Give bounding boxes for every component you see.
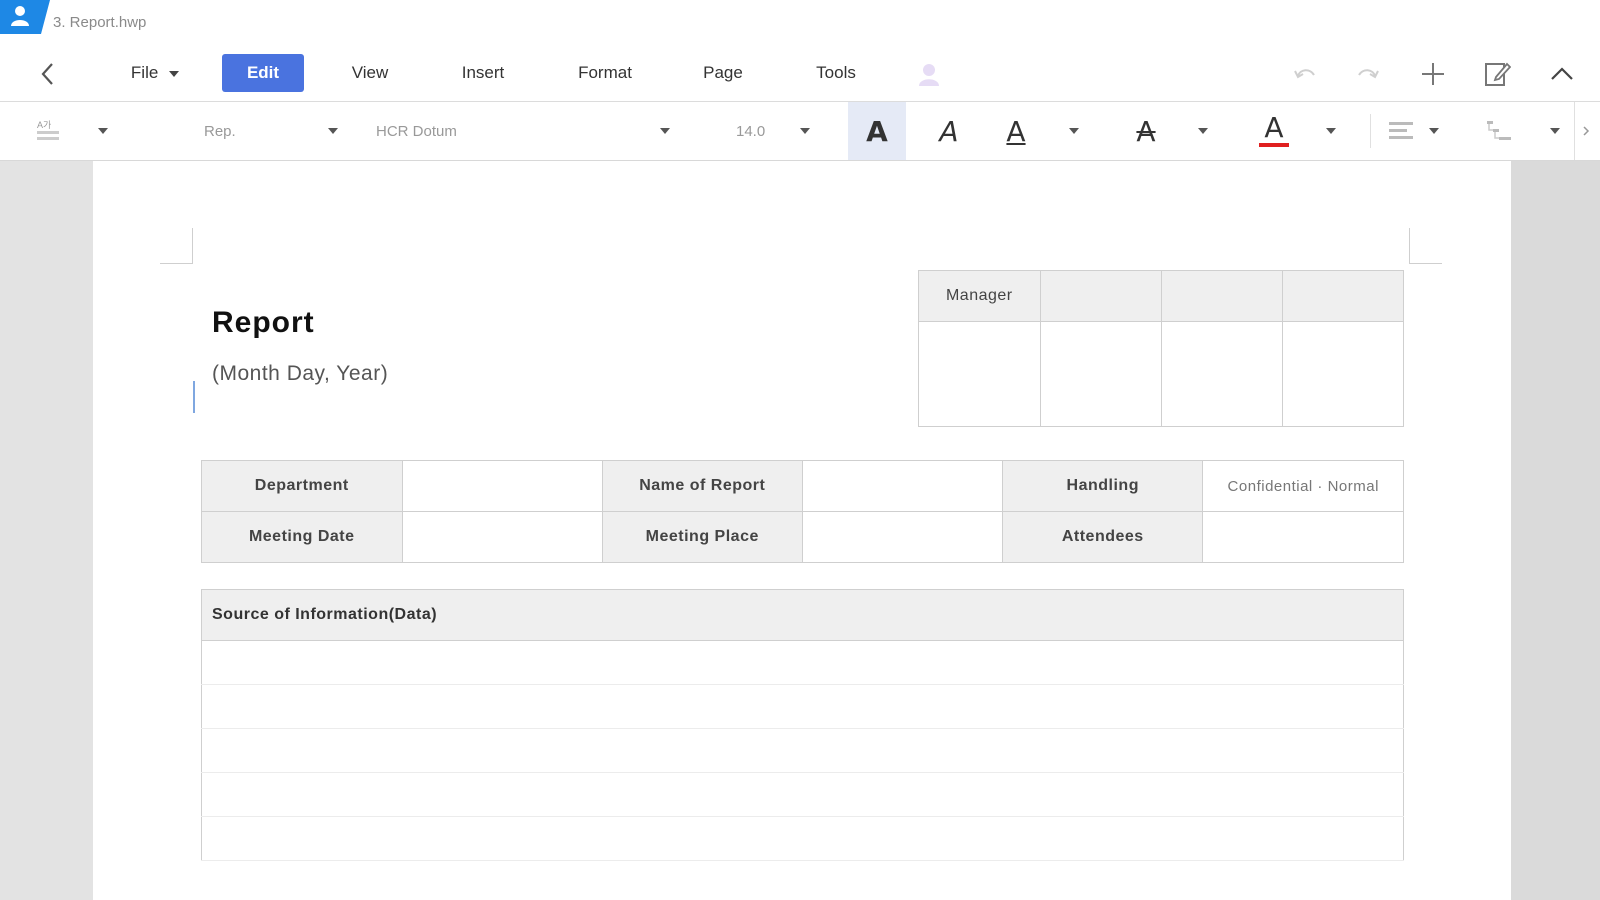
user-avatar-icon[interactable] [914,59,944,89]
chevron-down-icon [1550,128,1560,134]
svg-text:A가: A가 [37,120,51,130]
approval-sign-cell[interactable] [1160,321,1283,427]
workspace-gutter [1511,161,1600,900]
meeting-date-value[interactable] [401,511,603,563]
crop-mark [160,263,193,264]
undo-icon[interactable] [1290,59,1320,89]
source-line[interactable] [201,816,1404,861]
line-spacing-dropdown[interactable] [1424,102,1444,160]
menu-bar: File Edit View Insert Format Page Tools [0,47,1600,102]
underline-dropdown[interactable] [1063,102,1085,160]
strikethrough-icon: A [1136,114,1156,148]
report-name-value[interactable] [801,460,1004,512]
menu-edit[interactable]: Edit [222,54,304,92]
source-line[interactable] [201,684,1404,729]
meeting-place-label: Meeting Place [601,511,803,563]
report-name-label: Name of Report [601,460,803,512]
toolbar-more-icon[interactable] [1574,102,1597,160]
font-family-value: HCR Dotum [376,122,457,140]
format-toolbar: A가 Rep. HCR Dotum 14.0 A A A A A [0,102,1600,161]
text-cursor [193,381,195,413]
crop-mark [192,228,193,264]
attendees-value[interactable] [1202,511,1404,563]
style-gallery-icon[interactable]: A가 [28,102,68,160]
redo-icon[interactable] [1353,59,1383,89]
underline-icon: A [1006,114,1026,148]
font-family-select[interactable]: HCR Dotum [368,102,678,160]
meta-table: Department Name of Report Handling Confi… [201,460,1404,563]
crop-mark [1409,228,1410,264]
approval-header-cell[interactable] [1039,270,1162,322]
menu-file[interactable]: File [120,54,190,92]
toolbar-divider [1370,114,1371,148]
chevron-down-icon [1198,128,1208,134]
chevron-down-icon [169,70,180,77]
source-table: Source of Information(Data) [201,589,1404,861]
collapse-icon[interactable] [1547,59,1577,89]
style-gallery-dropdown[interactable] [92,102,114,160]
italic-button[interactable]: A [920,102,978,160]
source-line[interactable] [201,772,1404,817]
report-title[interactable]: Report [212,306,315,340]
approval-header-cell[interactable] [1160,270,1283,322]
menu-tools[interactable]: Tools [805,54,867,92]
report-date-placeholder[interactable]: (Month Day, Year) [212,362,388,386]
bold-button[interactable]: A [848,102,906,160]
outline-list-icon[interactable] [1482,102,1516,160]
edit-document-icon[interactable] [1482,59,1512,89]
italic-icon: A [939,114,959,148]
menu-insert[interactable]: Insert [448,54,518,92]
font-color-button[interactable]: A [1246,102,1302,160]
source-header: Source of Information(Data) [201,589,1404,641]
handling-label: Handling [1002,460,1204,512]
chevron-down-icon [660,128,670,134]
chevron-down-icon [1069,128,1079,134]
approval-sign-cell[interactable] [1039,321,1162,427]
document-title: 3. Report.hwp [53,14,147,31]
chevron-down-icon [1326,128,1336,134]
paragraph-style-select[interactable]: Rep. [196,102,346,160]
title-bar: 3. Report.hwp [0,0,1600,47]
approval-header-cell[interactable] [1281,270,1405,322]
strikethrough-dropdown[interactable] [1192,102,1214,160]
font-size-select[interactable]: 14.0 [728,102,818,160]
add-icon[interactable] [1418,59,1448,89]
line-spacing-icon[interactable] [1384,102,1418,160]
chevron-down-icon [98,128,108,134]
font-color-swatch [1259,143,1289,147]
menu-page[interactable]: Page [693,54,753,92]
approval-sign-cell[interactable] [1281,321,1405,427]
handling-value[interactable]: Confidential · Normal [1202,460,1404,512]
font-size-value: 14.0 [736,122,766,140]
approval-sign-cell[interactable] [918,321,1041,427]
menu-format[interactable]: Format [566,54,644,92]
underline-button[interactable]: A [987,102,1045,160]
chevron-down-icon [328,128,338,134]
menu-file-label: File [130,63,159,82]
menu-view[interactable]: View [340,54,400,92]
meeting-place-value[interactable] [801,511,1004,563]
source-line[interactable] [201,728,1404,773]
chevron-down-icon [1429,128,1439,134]
font-color-dropdown[interactable] [1320,102,1342,160]
crop-mark [1409,263,1442,264]
bold-icon: A [866,114,888,148]
paragraph-style-value: Rep. [204,122,236,140]
outline-list-dropdown[interactable] [1544,102,1566,160]
attendees-label: Attendees [1002,511,1204,563]
app-logo-icon [0,0,50,34]
chevron-down-icon [800,128,810,134]
strikethrough-button[interactable]: A [1118,102,1174,160]
department-value[interactable] [401,460,603,512]
back-icon[interactable] [33,59,63,89]
font-color-icon: A [1264,111,1284,144]
approval-table: Manager [918,270,1405,427]
meeting-date-label: Meeting Date [201,511,403,563]
department-label: Department [201,460,403,512]
approval-header-manager[interactable]: Manager [918,270,1041,322]
source-line[interactable] [201,640,1404,685]
